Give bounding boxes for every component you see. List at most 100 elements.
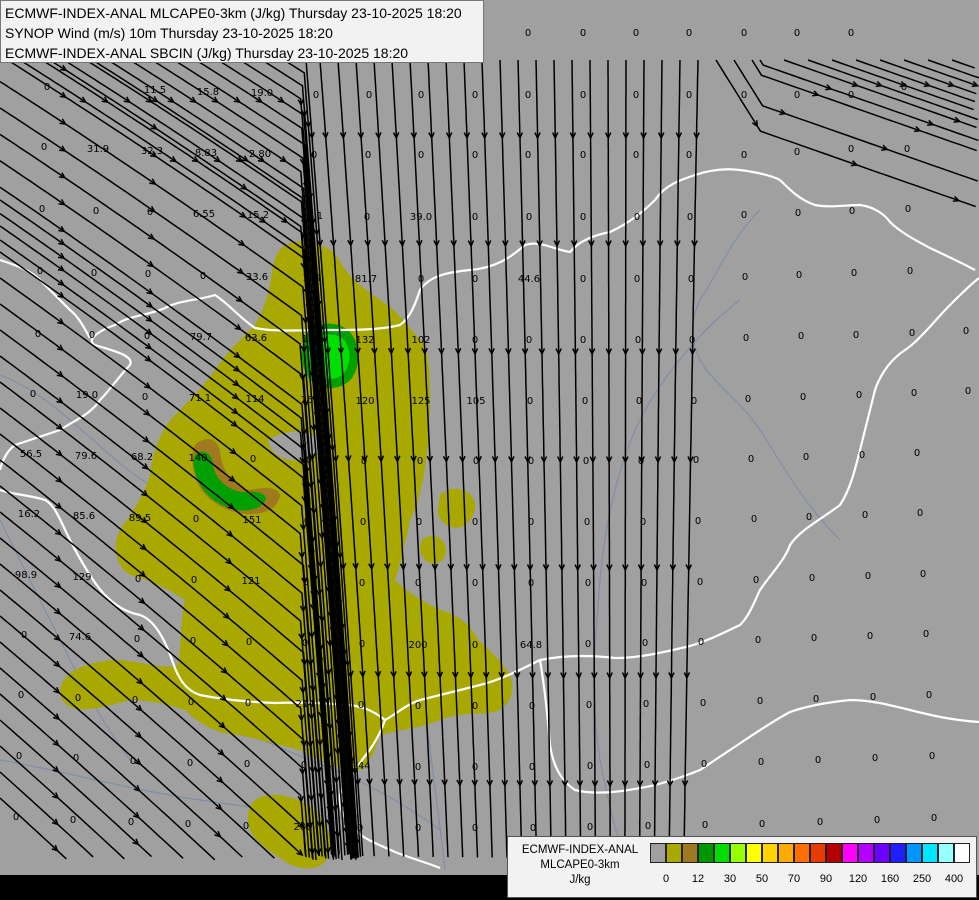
cin-value-label: 0	[849, 206, 855, 217]
cin-value-label: 0	[587, 761, 593, 772]
cin-value-label: 0	[742, 272, 748, 283]
cin-value-label: 0	[365, 150, 371, 161]
cin-value-label: 0	[18, 690, 24, 701]
cin-value-label: 0	[185, 819, 191, 830]
cin-value-label: 0	[848, 28, 854, 39]
cin-value-label: 132	[355, 335, 374, 346]
cin-value-label: 0	[794, 90, 800, 101]
cin-value-label: 0	[145, 269, 151, 280]
cin-value-label: 0	[688, 274, 694, 285]
cin-value-label: 0	[700, 698, 706, 709]
legend-tick: 12	[691, 873, 705, 885]
cin-value-label: 0	[585, 639, 591, 650]
cin-value-label: 0	[638, 456, 644, 467]
cin-value-label: 0	[926, 690, 932, 701]
legend-swatch	[762, 843, 778, 863]
cin-value-label: 19.0	[76, 390, 98, 401]
legend-swatch	[874, 843, 890, 863]
cin-value-label: 0	[530, 823, 536, 834]
cin-value-label: 0	[472, 517, 478, 528]
legend-swatch	[778, 843, 794, 863]
cin-value-label: 0	[415, 762, 421, 773]
cin-value-label: 98.9	[15, 570, 37, 581]
cin-value-label: 0	[130, 756, 136, 767]
cin-value-label: 0	[580, 90, 586, 101]
cin-value-label: 114	[245, 394, 264, 405]
cin-value-label: 0	[359, 639, 365, 650]
cin-value-label: 0	[313, 90, 319, 101]
cin-value-label: 16.2	[18, 509, 40, 520]
legend-parameter: MLCAPE0-3km	[540, 859, 620, 871]
cin-value-label: 44.6	[518, 274, 540, 285]
cin-value-label: 0	[686, 28, 692, 39]
cin-value-label: 8.83	[195, 148, 217, 159]
legend-swatch	[922, 843, 938, 863]
cin-value-label: 0	[745, 394, 751, 405]
cin-value-label: 0	[794, 28, 800, 39]
legend-swatch	[954, 843, 970, 863]
cin-value-label: 0	[644, 760, 650, 771]
cin-value-label: 0	[472, 701, 478, 712]
cin-value-label: 0	[147, 207, 153, 218]
cin-value-label: 0	[529, 701, 535, 712]
cin-value-label: 0	[358, 700, 364, 711]
cin-value-label: 0	[757, 696, 763, 707]
cin-value-label: 124	[302, 273, 321, 284]
cin-value-label: 0	[796, 270, 802, 281]
cin-value-label: 0	[144, 331, 150, 342]
cin-value-label: 0	[250, 454, 256, 465]
cin-value-label: 31.9	[87, 144, 109, 155]
legend-tick: 400	[944, 873, 964, 885]
cin-value-label: 0	[41, 142, 47, 153]
title-box: ECMWF-INDEX-ANAL MLCAPE0-3km (J/kg) Thur…	[0, 0, 484, 63]
cin-value-label: 0	[695, 516, 701, 527]
cin-value-label: 0	[134, 634, 140, 645]
cin-value-label: 0	[418, 150, 424, 161]
cin-value-label: 0	[862, 510, 868, 521]
cin-value-label: 79.6	[75, 451, 97, 462]
cin-value-label: 85.6	[73, 511, 95, 522]
legend-swatch	[810, 843, 826, 863]
cin-value-label: 0	[642, 638, 648, 649]
cin-value-label: 0	[473, 456, 479, 467]
cin-value-label: 0	[246, 637, 252, 648]
cin-value-label: 0	[415, 823, 421, 834]
cin-value-label: 0	[698, 637, 704, 648]
legend-tick: 70	[787, 873, 801, 885]
cin-value-label: 0	[965, 386, 971, 397]
cin-value-label: 0	[905, 204, 911, 215]
cin-value-label: 0	[73, 753, 79, 764]
cin-value-label: 0	[691, 396, 697, 407]
cin-value-label: 121	[241, 576, 260, 587]
cin-value-label: 0	[901, 82, 907, 93]
cin-value-label: 140	[188, 453, 207, 464]
cin-value-label: 0	[815, 755, 821, 766]
map-canvas: 0 11.5 15.8 19.0 0 0 0 0 0 0 0 0 0 0 0 0 0 0 0 0 0 0 0 0 0 0 0 31.9…	[0, 0, 979, 900]
cin-value-label: 56.5	[20, 449, 42, 460]
legend-tick: 120	[848, 873, 868, 885]
cin-value-label: 0	[759, 819, 765, 830]
cin-value-label: 0	[357, 823, 363, 834]
cin-value-label: 0	[472, 90, 478, 101]
cin-value-label: 120	[355, 396, 374, 407]
cin-value-label: 81.7	[355, 274, 377, 285]
cin-value-label: 0	[874, 815, 880, 826]
cin-value-label: 0	[200, 271, 206, 282]
cin-value-label: 0	[806, 512, 812, 523]
cin-value-label: 0	[472, 150, 478, 161]
color-legend: ECMWF-INDEX-ANAL MLCAPE0-3km J/kg 0 12 30 5…	[507, 836, 977, 898]
cin-value-label: 0	[870, 692, 876, 703]
cin-value-label: 0	[301, 760, 307, 771]
cin-value-label: 32.3	[141, 146, 163, 157]
cin-value-label: 0	[800, 392, 806, 403]
cin-value-label: 64.8	[520, 640, 542, 651]
cin-value-label: 0	[848, 144, 854, 155]
legend-swatch	[746, 843, 762, 863]
legend-swatch	[906, 843, 922, 863]
cin-value-label: 0	[360, 517, 366, 528]
cin-value-label: 0	[809, 573, 815, 584]
cin-value-label: 0	[472, 212, 478, 223]
cin-value-label: 6.55	[193, 209, 215, 220]
cin-value-label: 0	[580, 274, 586, 285]
cin-value-label: 0	[416, 517, 422, 528]
